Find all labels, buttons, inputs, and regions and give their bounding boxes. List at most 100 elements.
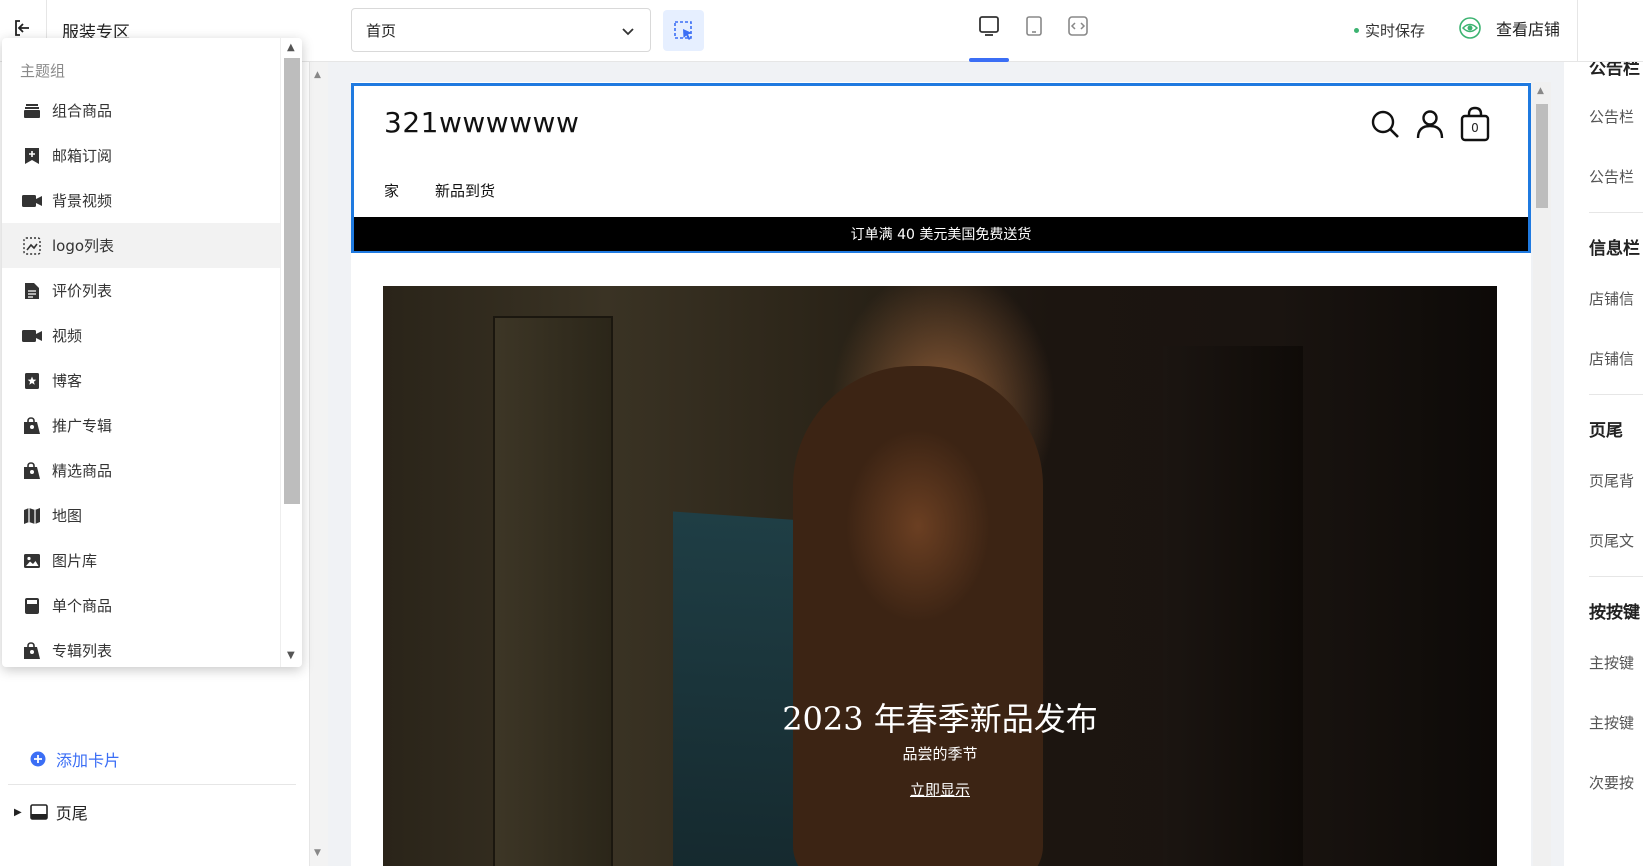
scroll-up-arrow-icon[interactable]: ▲ bbox=[1537, 86, 1544, 96]
divider bbox=[1589, 394, 1643, 395]
settings-field-label[interactable]: 页尾文 bbox=[1589, 530, 1634, 551]
save-status-label: 实时保存 bbox=[1365, 22, 1426, 40]
scroll-up-arrow-icon[interactable]: ▲ bbox=[314, 70, 321, 80]
store-header-section[interactable]: 321wwwwww 0 家 新品到货 订单满 40 美元美国免费送货 bbox=[351, 83, 1531, 253]
expand-width-icon bbox=[1068, 16, 1088, 36]
view-store-label: 查看店铺 bbox=[1496, 20, 1561, 39]
dropdown-item-label: 专辑列表 bbox=[52, 642, 113, 660]
dropdown-item[interactable]: 博客 bbox=[2, 358, 280, 403]
dropdown-item[interactable]: 背景视频 bbox=[2, 178, 280, 223]
dropdown-item-label: 精选商品 bbox=[52, 462, 113, 480]
dropdown-item-label: 视频 bbox=[52, 327, 83, 345]
dropdown-item[interactable]: 评价列表 bbox=[2, 268, 280, 313]
theme-group-dropdown: 主题组 组合商品 邮箱订阅 背景视频 logo列表 评价列表 视频 博客 推广专辑 精选商品 地图… bbox=[2, 38, 302, 667]
hero-banner[interactable]: 2023 年春季新品发布 品尝的季节 立即显示 bbox=[383, 286, 1497, 866]
settings-group-heading: 按按键 bbox=[1589, 603, 1640, 623]
nav-item-home[interactable]: 家 bbox=[384, 180, 399, 201]
main-nav: 家 新品到货 bbox=[384, 180, 495, 201]
cart-button[interactable]: 0 bbox=[1460, 106, 1490, 142]
view-store-button[interactable]: 查看店铺 bbox=[1458, 16, 1560, 40]
tablet-view-button[interactable] bbox=[1016, 10, 1052, 42]
settings-field-label[interactable]: 公告栏 bbox=[1589, 166, 1634, 187]
divider bbox=[1589, 212, 1643, 213]
footer-layout-icon bbox=[29, 804, 48, 820]
settings-group-heading: 信息栏 bbox=[1589, 239, 1640, 259]
tag-bag-icon bbox=[21, 415, 42, 436]
video-camera-icon bbox=[21, 190, 42, 211]
hero-cta-label: 立即显示 bbox=[909, 781, 970, 799]
scrollbar-thumb[interactable] bbox=[284, 58, 300, 504]
fullwidth-view-button[interactable] bbox=[1060, 10, 1096, 42]
document-icon bbox=[21, 280, 42, 301]
scrollbar-thumb[interactable] bbox=[1536, 104, 1548, 208]
left-panel-scrollbar[interactable]: ▲ ▼ bbox=[310, 62, 328, 866]
select-cursor-icon bbox=[673, 20, 692, 40]
logo-list-icon bbox=[21, 235, 42, 256]
save-status-dot bbox=[1354, 28, 1359, 33]
scroll-down-arrow-icon[interactable]: ▼ bbox=[314, 848, 321, 858]
dropdown-item[interactable]: 精选商品 bbox=[2, 448, 280, 493]
dropdown-item[interactable]: 组合商品 bbox=[2, 88, 280, 133]
divider bbox=[8, 784, 296, 785]
hero-cta-link[interactable]: 立即显示 bbox=[383, 779, 1497, 800]
dropdown-item[interactable]: 地图 bbox=[2, 493, 280, 538]
hero-photo-detail bbox=[673, 511, 803, 866]
scroll-down-arrow-icon[interactable]: ▼ bbox=[287, 650, 295, 661]
preview-scrollbar[interactable]: ▲ bbox=[1533, 82, 1551, 866]
dropdown-item-label: 推广专辑 bbox=[52, 417, 113, 435]
section-footer[interactable]: ▶ 页尾 bbox=[14, 800, 88, 824]
select-element-tool[interactable] bbox=[663, 10, 704, 51]
save-status: 实时保存 bbox=[1354, 20, 1425, 41]
search-icon[interactable] bbox=[1370, 109, 1400, 139]
settings-field-label[interactable]: 页尾背 bbox=[1589, 470, 1634, 491]
dropdown-item[interactable]: 推广专辑 bbox=[2, 403, 280, 448]
settings-field-label[interactable]: 店铺信 bbox=[1589, 288, 1634, 309]
dropdown-item[interactable]: 视频 bbox=[2, 313, 280, 358]
tag-bag-icon bbox=[21, 640, 42, 661]
dropdown-item-label: 邮箱订阅 bbox=[52, 147, 113, 165]
expand-arrow-icon[interactable]: ▶ bbox=[14, 807, 22, 818]
nav-item-new-arrivals[interactable]: 新品到货 bbox=[435, 180, 495, 201]
section-footer-label: 页尾 bbox=[55, 804, 88, 823]
settings-group-heading: 公告栏 bbox=[1589, 62, 1640, 79]
add-card-label: 添加卡片 bbox=[56, 751, 121, 770]
dropdown-item[interactable]: 图片库 bbox=[2, 538, 280, 583]
dropdown-item[interactable]: 专辑列表 bbox=[2, 628, 280, 667]
settings-field-label[interactable]: 次要按 bbox=[1589, 772, 1634, 793]
dropdown-item[interactable]: logo列表 bbox=[2, 223, 280, 268]
bookmark-plus-icon bbox=[21, 145, 42, 166]
dropdown-list: 组合商品邮箱订阅背景视频 logo列表 评价列表视频博客推广专辑精选商品地图 图片库单… bbox=[2, 88, 280, 667]
dropdown-item-label: 背景视频 bbox=[52, 192, 113, 210]
dropdown-item[interactable]: 邮箱订阅 bbox=[2, 133, 280, 178]
product-box-icon bbox=[21, 595, 42, 616]
dropdown-item[interactable]: 单个商品 bbox=[2, 583, 280, 628]
dropdown-item-label: 博客 bbox=[52, 372, 83, 390]
dropdown-item-label: 评价列表 bbox=[52, 282, 113, 300]
chevron-down-icon bbox=[622, 28, 634, 36]
page-select-value: 首页 bbox=[366, 22, 397, 40]
settings-field-label[interactable]: 店铺信 bbox=[1589, 348, 1634, 369]
announcement-text: 订单满 40 美元美国免费送货 bbox=[850, 227, 1032, 243]
settings-field-label[interactable]: 主按键 bbox=[1589, 652, 1634, 673]
page-select[interactable]: 首页 bbox=[351, 8, 651, 52]
shop-name[interactable]: 321wwwwww bbox=[384, 106, 579, 139]
settings-panel: 公告栏 公告栏 公告栏 信息栏 店铺信 店铺信 页尾 页尾背 页尾文 按按键 主按键 主按键 次要按 bbox=[1577, 62, 1643, 866]
exit-icon bbox=[15, 20, 29, 36]
account-icon[interactable] bbox=[1416, 109, 1444, 139]
scroll-up-arrow-icon[interactable]: ▲ bbox=[287, 42, 295, 53]
tablet-icon bbox=[1026, 16, 1042, 36]
dropdown-scrollbar[interactable]: ▲ ▼ bbox=[280, 38, 302, 667]
video-camera-icon bbox=[21, 325, 42, 346]
dropdown-item-label: logo列表 bbox=[52, 237, 115, 255]
divider bbox=[1589, 576, 1643, 577]
settings-field-label[interactable]: 主按键 bbox=[1589, 712, 1634, 733]
dropdown-item-label: 组合商品 bbox=[52, 102, 113, 120]
add-card-button[interactable]: 添加卡片 bbox=[30, 747, 120, 771]
desktop-view-button[interactable] bbox=[971, 10, 1007, 42]
tag-bag-icon bbox=[21, 460, 42, 481]
plus-circle-icon bbox=[30, 751, 46, 767]
settings-field-label[interactable]: 公告栏 bbox=[1589, 106, 1634, 127]
announcement-bar[interactable]: 订单满 40 美元美国免费送货 bbox=[354, 217, 1528, 251]
stack-icon bbox=[21, 100, 42, 121]
image-icon bbox=[21, 550, 42, 571]
